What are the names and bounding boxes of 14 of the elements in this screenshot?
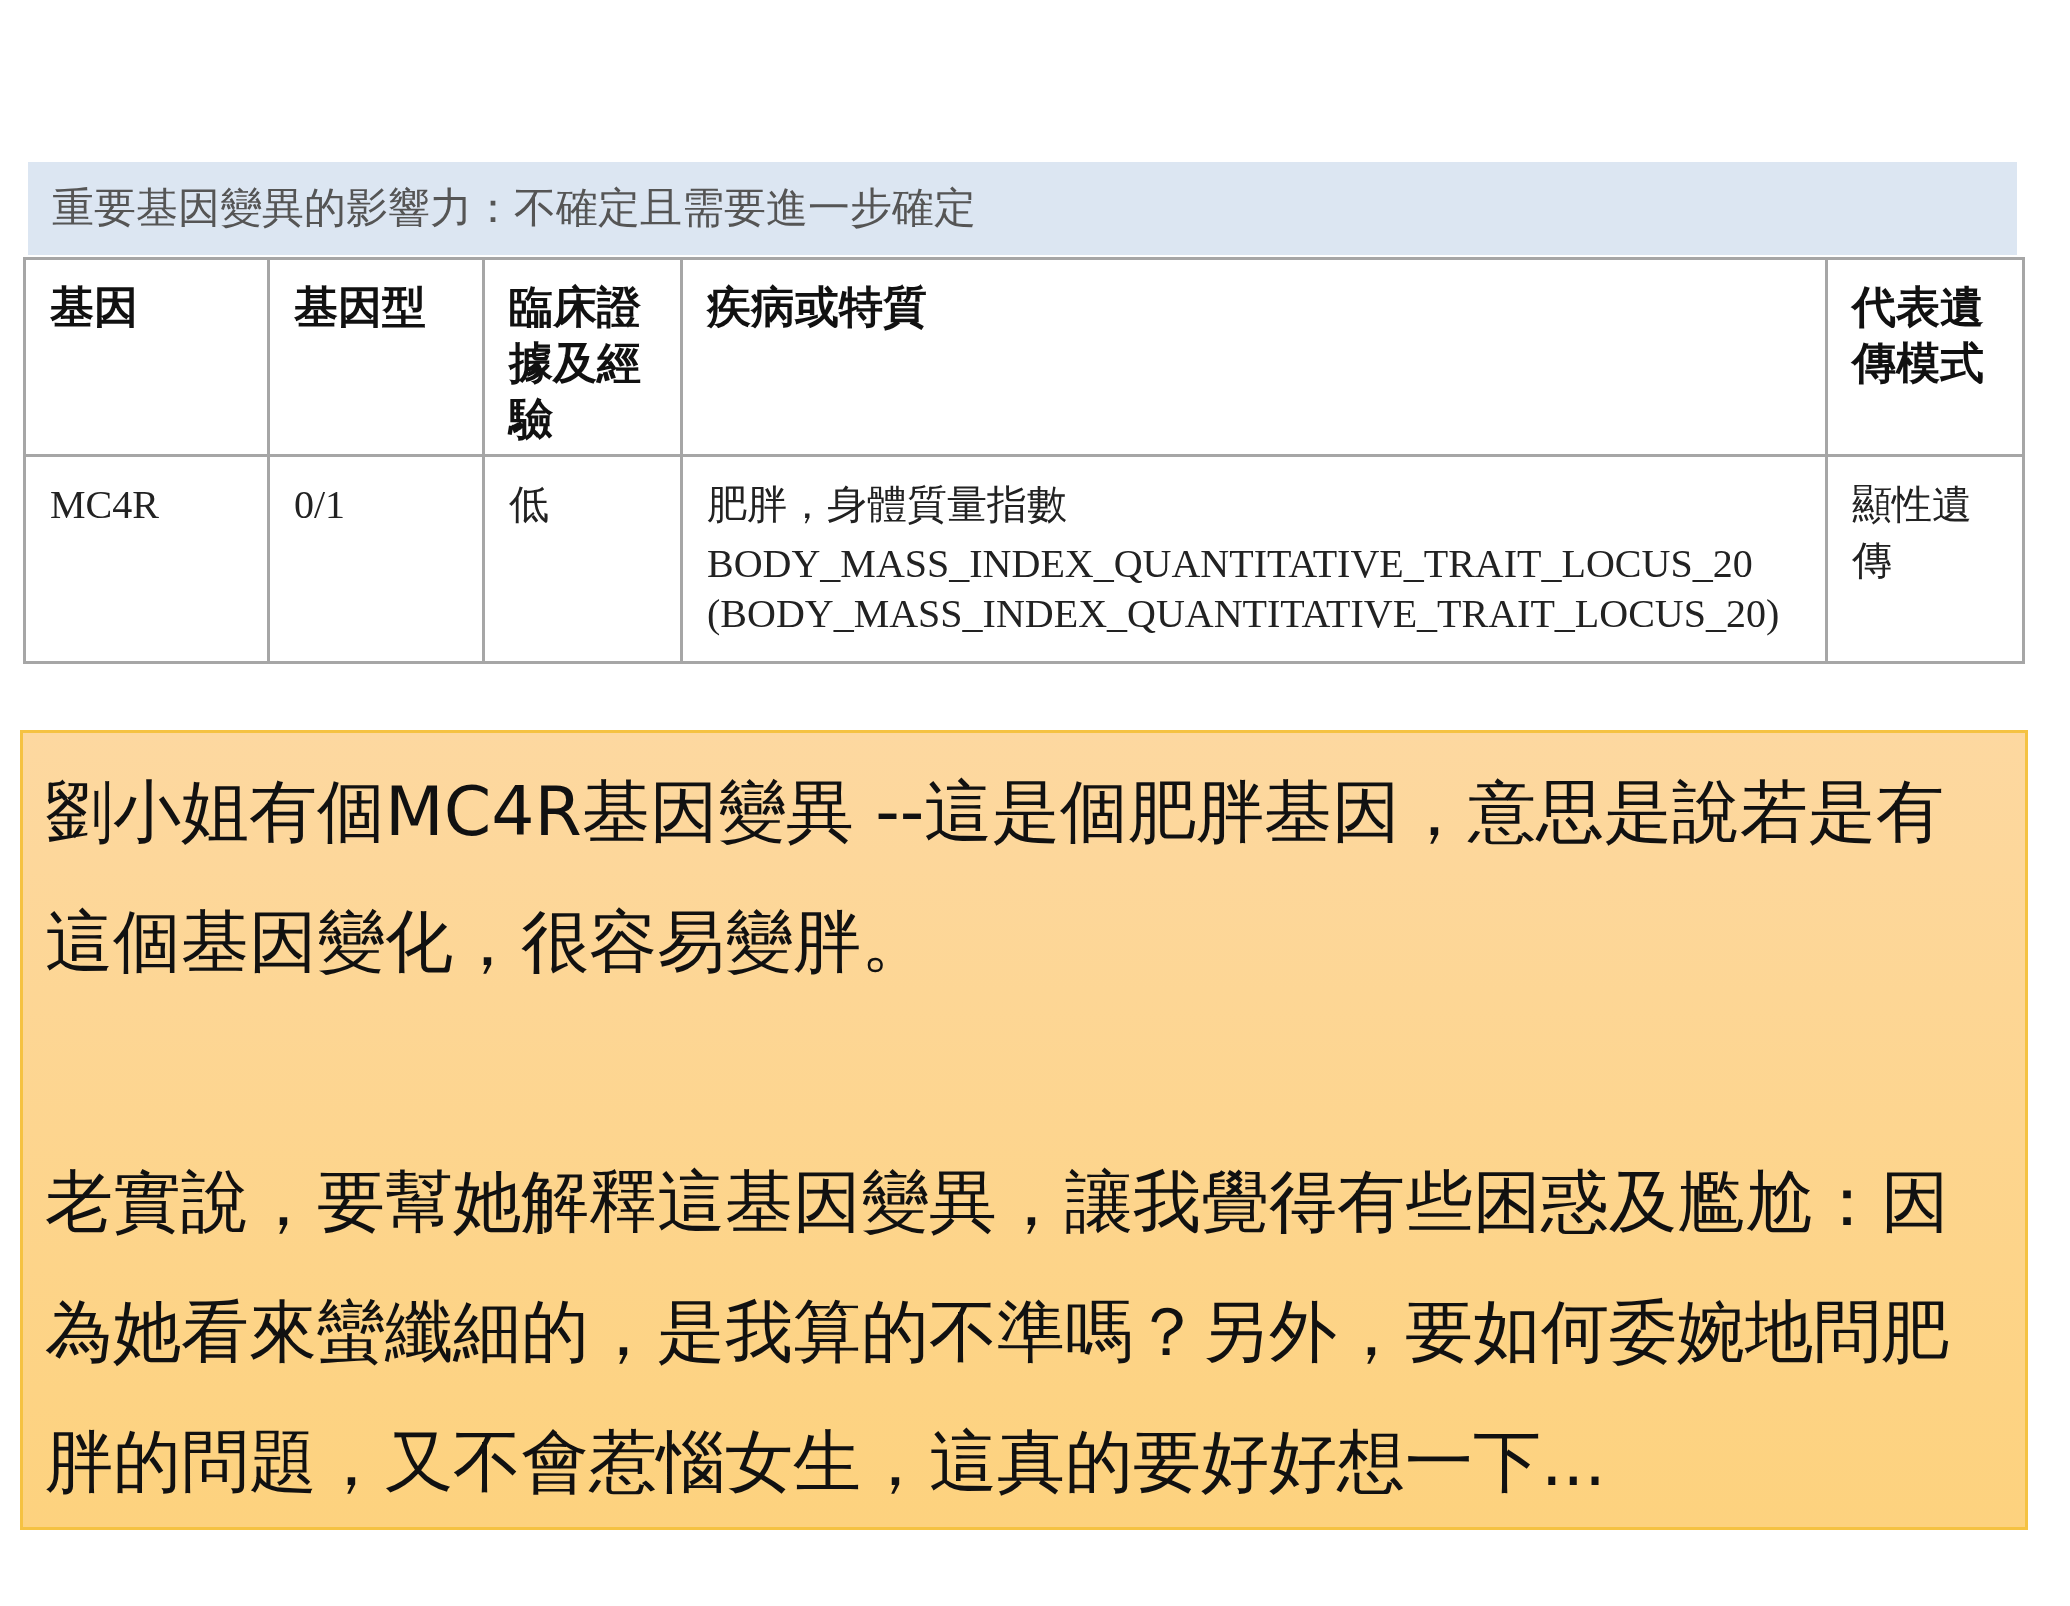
table-cell: 低 bbox=[483, 455, 682, 663]
note-paragraph: 老實說，要幫她解釋這基因變異，讓我覺得有些困惑及尷尬：因為她看來蠻纖細的，是我算的不準嗎？另外，要如何委婉地問肥胖的問題，又不會惹惱女生，這真的要好好想一下... bbox=[45, 1161, 1950, 1503]
column-header: 疾病或特質 bbox=[681, 258, 1827, 456]
condition-text: BODY_MASS_INDEX_QUANTITATIVE_TRAIT_LOCUS_20 (BODY_MASS_INDEX_QUANTITATIVE_TRAIT_LOCUS_20) bbox=[707, 540, 1781, 638]
column-header: 代表遺傳模式 bbox=[1826, 258, 2024, 456]
condition-text: 肥胖，身體質量指數 bbox=[707, 481, 1068, 529]
table-cell: MC4R bbox=[24, 455, 269, 663]
column-header: 基因型 bbox=[268, 258, 484, 456]
table-cell: 0/1 bbox=[268, 455, 484, 663]
column-header: 臨床證據及經驗 bbox=[483, 258, 682, 456]
section-title: 重要基因變異的影響力：不確定且需要進一步確定 bbox=[28, 162, 2017, 255]
note-paragraph: 劉小姐有個MC4R基因變異 --這是個肥胖基因，意思是說若是有這個基因變化，很容易變胖。 bbox=[45, 771, 1946, 983]
table-cell: 顯性遺傳 bbox=[1826, 455, 2024, 663]
column-header: 基因 bbox=[24, 258, 269, 456]
